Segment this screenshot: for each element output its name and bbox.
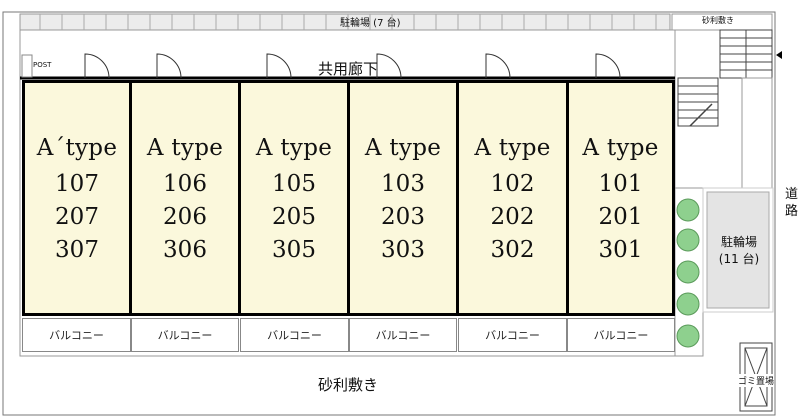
shrub [676,292,700,316]
room-number: 206 [163,204,207,230]
unit-102: A type 102 202 302 [456,80,569,316]
balcony-103: バルコニー [349,318,457,352]
unit-type: A type [582,135,659,161]
room-number: 307 [55,237,99,263]
room-number: 201 [598,204,643,230]
side-wall [741,77,773,189]
room-number: 101 [598,171,643,197]
bike-parking-right-label: 駐輪場 (11 台) [710,234,768,268]
room-number: 207 [55,204,99,230]
unit-106: A type 106 206 306 [129,80,241,316]
unit-type: A type [474,135,551,161]
gravel-label-bottom: 砂利敷き [318,376,379,394]
balcony-101: バルコニー [567,318,675,352]
room-number: 106 [163,171,207,197]
room-number: 203 [381,204,425,230]
shrub [676,324,700,348]
unit-105: A type 105 205 305 [238,80,350,316]
room-number: 302 [490,237,535,263]
balcony-107: バルコニー [22,318,131,352]
room-number: 202 [490,204,535,230]
balcony-105: バルコニー [240,318,349,352]
door-swing [376,53,402,79]
room-number: 102 [490,171,535,197]
road-label: 道路 [785,187,799,219]
room-number: 306 [163,237,207,263]
gravel-label-top: 砂利敷き [702,16,734,25]
shrub [676,228,700,252]
stairs-upper [719,29,773,79]
unit-101: A type 101 201 301 [566,80,675,316]
bike-parking-right-name: 駐輪場 [720,235,757,249]
unit-type: A type [146,135,224,161]
stairs-lower [677,77,719,127]
unit-107: A´type 107 207 307 [22,80,132,316]
room-number: 303 [381,237,425,263]
room-number: 205 [272,204,316,230]
room-number: 305 [272,237,316,263]
door-swing [595,53,621,79]
unit-type: A type [255,135,333,161]
room-number: 105 [272,171,316,197]
door-swing [156,53,182,79]
balcony-106: バルコニー [131,318,239,352]
unit-type: A´type [36,135,118,161]
shrub [676,260,700,284]
post-label: POST [33,61,52,69]
bike-parking-top-label: 駐輪場 (7 台) [340,18,401,29]
entrance-arrow [776,51,782,59]
post-box [21,54,33,78]
door-swing [84,53,110,79]
balcony-102: バルコニー [458,318,567,352]
garbage-label: ゴミ置場 [738,374,775,387]
room-number: 103 [381,171,425,197]
shrub [676,198,700,222]
room-number: 301 [598,237,643,263]
door-swing [485,53,511,79]
bike-parking-right-count: (11 台) [718,252,760,266]
unit-type: A type [364,135,442,161]
corridor-label: 共用廊下 [318,60,379,78]
unit-103: A type 103 203 303 [347,80,459,316]
room-number: 107 [55,171,99,197]
door-swing [266,53,292,79]
